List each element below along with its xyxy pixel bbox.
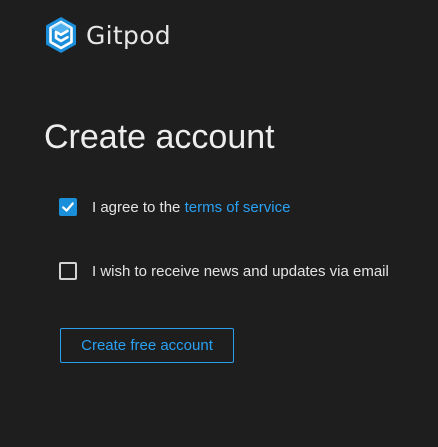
terms-checkbox[interactable] (59, 198, 77, 216)
terms-label-prefix: I agree to the (92, 198, 185, 216)
brand-name: Gitpod (86, 20, 171, 50)
create-free-account-button[interactable]: Create free account (60, 328, 234, 363)
newsletter-row: I wish to receive news and updates via e… (59, 262, 389, 280)
terms-label: I agree to the terms of service (92, 199, 290, 216)
checkmark-icon (62, 202, 74, 212)
newsletter-label: I wish to receive news and updates via e… (92, 262, 389, 280)
gitpod-logo-icon (46, 17, 76, 53)
terms-of-service-link[interactable]: terms of service (185, 199, 291, 216)
newsletter-checkbox[interactable] (59, 262, 77, 280)
terms-row: I agree to the terms of service (59, 198, 290, 216)
page-title: Create account (44, 118, 275, 156)
gitpod-logo: Gitpod (44, 16, 171, 54)
